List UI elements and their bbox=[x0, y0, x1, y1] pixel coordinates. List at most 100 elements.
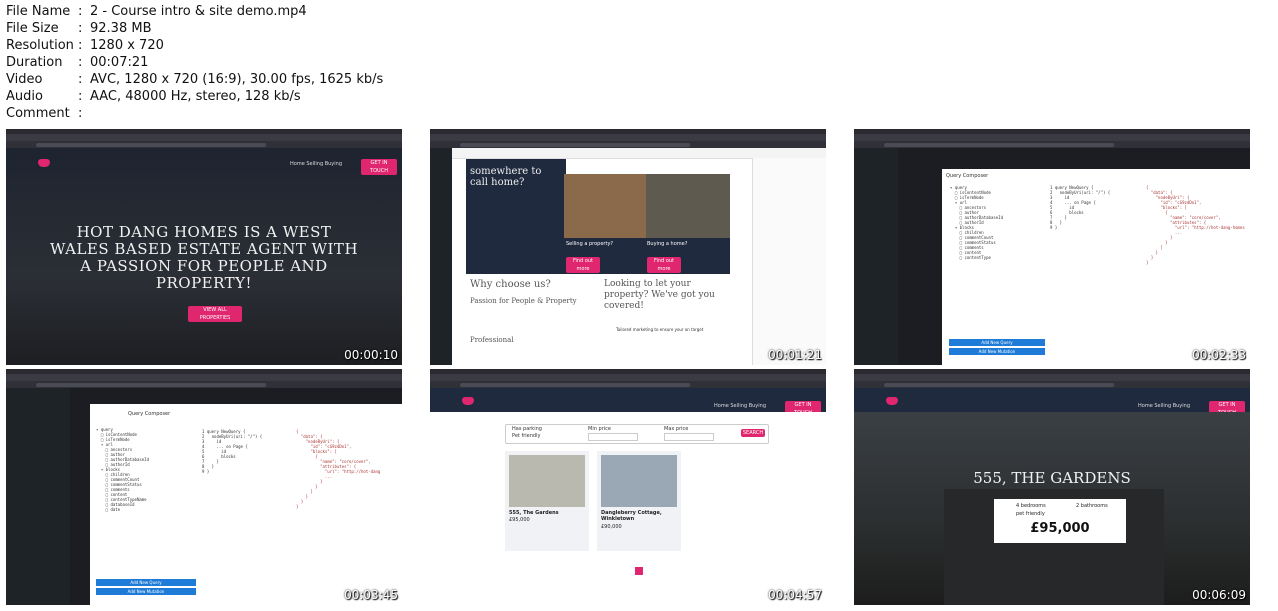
site-header bbox=[854, 388, 1250, 412]
view-all-properties-button: VIEW ALL PROPERTIES bbox=[188, 306, 242, 322]
min-price-label: Min price bbox=[588, 426, 611, 432]
thumbnail-2[interactable]: somewhere to call home? somewhere to cal… bbox=[430, 129, 826, 365]
add-new-mutation-button: Add New Mutation bbox=[949, 348, 1045, 355]
metadata-key: File Name bbox=[6, 4, 71, 19]
wp-admin-sidebar bbox=[854, 148, 898, 365]
property-title: 555, THE GARDENS bbox=[973, 469, 1131, 487]
metadata-key: Duration bbox=[6, 55, 63, 70]
metadata-row: File Name:2 - Course intro & site demo.m… bbox=[6, 3, 383, 20]
property-price: £95,000 bbox=[509, 517, 530, 523]
query-composer-title: Query Composer bbox=[946, 173, 989, 179]
max-price-label: Max price bbox=[664, 426, 689, 432]
url-field bbox=[460, 143, 690, 147]
thumbnail-5[interactable]: Home Selling Buying GET IN TOUCH Has par… bbox=[430, 369, 826, 605]
browser-tab-bar bbox=[854, 134, 1250, 141]
room-image-1 bbox=[564, 174, 648, 238]
metadata-row: Resolution:1280 x 720 bbox=[6, 37, 383, 54]
browser-tab-bar bbox=[430, 134, 826, 141]
heading-passion: Passion for People & Property bbox=[470, 297, 577, 305]
heading-let: Looking to let your property? We've got … bbox=[604, 279, 715, 311]
thumbnail-6[interactable]: Home Selling Buying GET IN TOUCH 555, TH… bbox=[854, 369, 1250, 605]
timestamp: 00:00:10 bbox=[344, 348, 398, 362]
metadata-separator: : bbox=[78, 55, 83, 70]
hero-title: HOT DANG HOMES IS A WEST WALES BASED EST… bbox=[49, 223, 359, 292]
thumbnail-4[interactable]: Query Composer ▾ query □ isContentNode □… bbox=[6, 369, 402, 605]
room-image-2 bbox=[646, 174, 730, 238]
metadata-value: 1280 x 720 bbox=[90, 38, 164, 53]
metadata-key: File Size bbox=[6, 21, 59, 36]
bathrooms: 2 bathrooms bbox=[1076, 503, 1108, 509]
thumbnail-3[interactable]: Query Composer ▾ query □ isContentNode □… bbox=[854, 129, 1250, 365]
query-tree: ▾ query □ isContentNode □ isTermNode ▾ u… bbox=[950, 185, 1003, 260]
query-result: { "data": { "nodeByUri": { "id": "cG9zdD… bbox=[1146, 185, 1245, 265]
metadata-row: Duration:00:07:21 bbox=[6, 54, 383, 71]
query-editor: 1 query NewQuery { 2 nodeByUri(uri: "/")… bbox=[202, 429, 263, 474]
metadata-separator: : bbox=[78, 21, 83, 36]
site-header bbox=[430, 388, 826, 412]
property-price: £90,000 bbox=[601, 524, 622, 530]
tailored-text: Tailored marketing to ensure your on tar… bbox=[616, 327, 704, 332]
metadata-value: AVC, 1280 x 720 (16:9), 30.00 fps, 1625 … bbox=[90, 72, 384, 87]
metadata-row: Comment: bbox=[6, 105, 383, 122]
buying-label: Buying a home? bbox=[647, 241, 688, 247]
metadata-value: AAC, 48000 Hz, stereo, 128 kb/s bbox=[90, 89, 301, 104]
logo-icon bbox=[886, 397, 898, 405]
file-metadata: File Name:2 - Course intro & site demo.m… bbox=[6, 3, 383, 122]
browser-tab-bar bbox=[430, 374, 826, 381]
url-field bbox=[460, 383, 690, 387]
bedrooms: 4 bedrooms bbox=[1016, 503, 1046, 509]
heading-home-text: somewhere to call home? bbox=[470, 166, 542, 188]
metadata-key: Resolution bbox=[6, 38, 74, 53]
url-field bbox=[36, 383, 266, 387]
metadata-key: Video bbox=[6, 72, 43, 87]
metadata-key: Audio bbox=[6, 89, 43, 104]
metadata-separator: : bbox=[78, 38, 83, 53]
logo-icon bbox=[38, 159, 50, 167]
url-field bbox=[36, 143, 266, 147]
thumbnail-1[interactable]: Home Selling Buying GET IN TOUCH HOT DAN… bbox=[6, 129, 402, 365]
metadata-value: 00:07:21 bbox=[90, 55, 149, 70]
site-nav: Home Selling Buying bbox=[1138, 403, 1190, 409]
has-parking-checkbox: Has parking bbox=[512, 426, 542, 432]
metadata-separator: : bbox=[78, 106, 83, 121]
add-new-mutation-button: Add New Mutation bbox=[96, 588, 196, 595]
url-field bbox=[884, 143, 1114, 147]
property-title: 555, The Gardens bbox=[509, 510, 559, 516]
logo-icon bbox=[462, 397, 474, 405]
search-button: SEARCH bbox=[741, 429, 765, 437]
metadata-row: Audio: AAC, 48000 Hz, stereo, 128 kb/s bbox=[6, 88, 383, 105]
query-tree: ▾ query □ isContentNode □ isTermNode ▾ u… bbox=[96, 427, 149, 512]
metadata-value: 92.38 MB bbox=[90, 21, 152, 36]
url-field bbox=[884, 383, 1114, 387]
min-price-input bbox=[588, 433, 638, 441]
metadata-separator: : bbox=[78, 4, 83, 19]
timestamp: 00:02:33 bbox=[1192, 348, 1246, 362]
metadata-separator: : bbox=[78, 72, 83, 87]
add-new-query-button: Add New Query bbox=[949, 339, 1045, 346]
browser-tab-bar bbox=[6, 374, 402, 381]
query-editor: 1 query NewQuery { 2 nodeByUri(uri: "/")… bbox=[1050, 185, 1111, 230]
property-image bbox=[509, 455, 585, 507]
browser-tab-bar bbox=[854, 374, 1250, 381]
find-out-more-button: Find out more bbox=[566, 257, 600, 273]
timestamp: 00:03:45 bbox=[344, 588, 398, 602]
pagination-current bbox=[635, 567, 643, 575]
metadata-row: Video: AVC, 1280 x 720 (16:9), 30.00 fps,… bbox=[6, 71, 383, 88]
property-image bbox=[601, 455, 677, 507]
metadata-separator: : bbox=[78, 89, 83, 104]
metadata-row: File Size:92.38 MB bbox=[6, 20, 383, 37]
max-price-input bbox=[664, 433, 714, 441]
query-result: { "data": { "nodeByUri": { "id": "cG9zdD… bbox=[296, 429, 381, 509]
wp-admin-sidebar bbox=[430, 148, 452, 365]
heading-professional: Professional bbox=[470, 336, 514, 344]
site-nav: Home Selling Buying bbox=[714, 403, 766, 409]
wp-admin-sidebar bbox=[6, 388, 70, 605]
get-in-touch-button: GET IN TOUCH bbox=[361, 159, 397, 175]
pet-friendly-checkbox: Pet friendly bbox=[512, 433, 541, 439]
find-out-more-button: Find out more bbox=[647, 257, 681, 273]
timestamp: 00:06:09 bbox=[1192, 588, 1246, 602]
metadata-key: Comment bbox=[6, 106, 70, 121]
timestamp: 00:04:57 bbox=[768, 588, 822, 602]
query-composer-title: Query Composer bbox=[128, 411, 171, 417]
site-nav: Home Selling Buying bbox=[290, 161, 342, 167]
